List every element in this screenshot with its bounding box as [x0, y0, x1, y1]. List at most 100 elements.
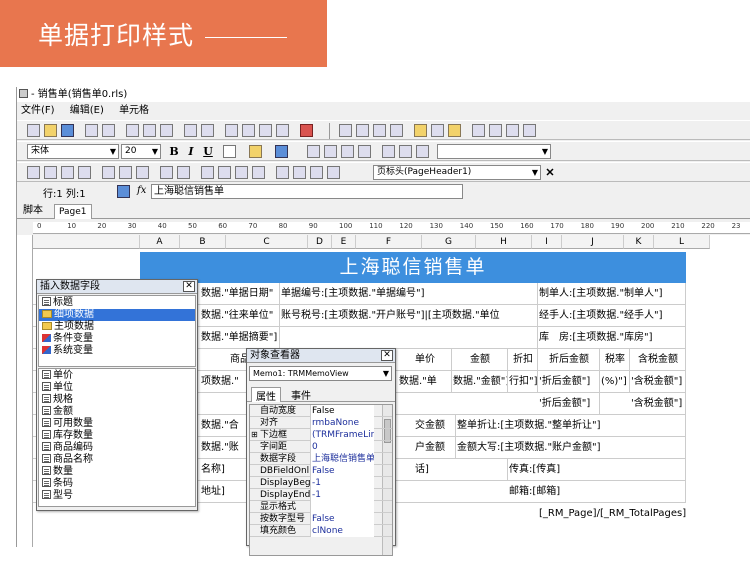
property-row[interactable]: 数据字段 上海聪信销售单	[250, 453, 392, 465]
column-header[interactable]: K	[624, 235, 654, 249]
report-cell[interactable]: 金额大写:[主项数据."账户金额"]	[456, 437, 686, 459]
column-header[interactable]: H	[476, 235, 532, 249]
document-icon[interactable]	[276, 124, 289, 137]
property-row[interactable]: 显示格式	[250, 501, 392, 513]
column-header[interactable]: E	[332, 235, 356, 249]
tree-item-master[interactable]: 主项数据	[39, 321, 195, 333]
report-cell[interactable]: '折后金额"]	[538, 371, 600, 393]
column-header[interactable]: J	[562, 235, 624, 249]
paste-icon[interactable]	[160, 124, 173, 137]
list-item[interactable]: 条码	[39, 478, 195, 490]
report-cell[interactable]: 数据."单据摘要"]	[200, 327, 280, 349]
report-cell[interactable]: '折后金额"]	[538, 393, 600, 415]
size-icon[interactable]	[448, 124, 461, 137]
report-cell[interactable]: 数据."金额"]	[452, 371, 508, 393]
property-value[interactable]: 0	[310, 441, 374, 453]
tree-item-detail[interactable]: 细项数据	[39, 309, 195, 321]
font-size-select[interactable]: 20 ▼	[121, 144, 161, 159]
frame-color-icon[interactable]	[275, 145, 288, 158]
column-header-cell[interactable]: 税率	[600, 349, 630, 371]
property-row[interactable]: ⊞下边框 (TRMFrameLine	[250, 429, 392, 441]
property-row[interactable]: 对齐 rmbaNone	[250, 417, 392, 429]
fill-color-icon[interactable]	[249, 145, 262, 158]
column-header[interactable]: G	[422, 235, 476, 249]
cut-icon[interactable]	[126, 124, 139, 137]
property-value[interactable]: clNone	[310, 525, 374, 537]
copy-icon[interactable]	[143, 124, 156, 137]
menu-file[interactable]: 文件(F)	[21, 105, 55, 116]
report-cell[interactable]: 户金额	[414, 437, 456, 459]
richtext-icon[interactable]	[327, 166, 340, 179]
frame-cross-icon[interactable]	[136, 166, 149, 179]
frame-left-icon[interactable]	[44, 166, 57, 179]
save-icon[interactable]	[61, 124, 74, 137]
list-item[interactable]: 商品名称	[39, 454, 195, 466]
frame-all-icon[interactable]	[27, 166, 40, 179]
tab-script[interactable]: 脚本	[19, 204, 47, 219]
property-value[interactable]: -1	[310, 477, 374, 489]
backslash-icon[interactable]	[177, 166, 190, 179]
column-header[interactable]: A	[140, 235, 180, 249]
property-row[interactable]: DisplayEnd -1	[250, 489, 392, 501]
align-left-text-icon[interactable]	[307, 145, 320, 158]
font-name-select[interactable]: 宋体 ▼	[27, 144, 119, 159]
space-v-icon[interactable]	[489, 124, 502, 137]
report-cell[interactable]: 邮箱:[邮箱]	[508, 481, 686, 503]
report-cell[interactable]: 数据."单据日期"	[200, 283, 280, 305]
report-cell[interactable]: '含税金额"]	[630, 371, 686, 393]
preview-icon[interactable]	[102, 124, 115, 137]
insert-row-icon[interactable]	[235, 166, 248, 179]
report-cell[interactable]: (%)"]	[600, 371, 630, 393]
tab-events[interactable]: 事件	[287, 387, 315, 402]
frame-bottom-icon[interactable]	[102, 166, 115, 179]
list-item[interactable]: 金额	[39, 406, 195, 418]
list-item[interactable]: 库存数量	[39, 430, 195, 442]
align-middle-icon[interactable]	[431, 124, 444, 137]
frame-right-icon[interactable]	[61, 166, 74, 179]
tab-properties[interactable]: 属性	[251, 387, 281, 403]
align-center-icon[interactable]	[390, 124, 403, 137]
underline-button[interactable]: U	[201, 145, 215, 159]
formula-input[interactable]: 上海聪信销售单	[151, 184, 463, 199]
merge-icon[interactable]	[201, 166, 214, 179]
page-icon[interactable]	[225, 124, 238, 137]
valign-middle-icon[interactable]	[399, 145, 412, 158]
list-item[interactable]: 型号	[39, 490, 195, 502]
report-cell[interactable]: 话]	[414, 459, 508, 481]
property-value[interactable]: 上海聪信销售单	[310, 453, 374, 465]
font-color-icon[interactable]	[223, 145, 236, 158]
undo-icon[interactable]	[184, 124, 197, 137]
valign-top-icon[interactable]	[382, 145, 395, 158]
column-header-cell[interactable]: 金额	[452, 349, 508, 371]
list-item[interactable]: 数量	[39, 466, 195, 478]
column-header[interactable]: F	[356, 235, 422, 249]
frame-top-icon[interactable]	[78, 166, 91, 179]
space-h-icon[interactable]	[472, 124, 485, 137]
report-cell[interactable]: 制单人:[主项数据."制单人"]	[538, 283, 686, 305]
align-right-text-icon[interactable]	[341, 145, 354, 158]
report-cell[interactable]: 交金额	[414, 415, 456, 437]
tree-item-system[interactable]: 系统变量	[39, 345, 195, 357]
close-icon[interactable]: ✕	[183, 281, 195, 292]
exit-icon[interactable]	[300, 124, 313, 137]
property-row[interactable]: 字间距 0	[250, 441, 392, 453]
print-icon[interactable]	[85, 124, 98, 137]
list-item[interactable]: 单位	[39, 382, 195, 394]
property-value[interactable]: -1	[310, 489, 374, 501]
front-icon[interactable]	[506, 124, 519, 137]
bold-button[interactable]: B	[167, 145, 181, 159]
property-value[interactable]: False	[310, 465, 374, 477]
property-row[interactable]: DBFieldOnl False	[250, 465, 392, 477]
report-cell[interactable]: 传真:[传真]	[508, 459, 686, 481]
barcode-icon[interactable]	[293, 166, 306, 179]
column-header[interactable]: L	[654, 235, 710, 249]
split-icon[interactable]	[218, 166, 231, 179]
object-select[interactable]: Memo1: TRMMemoView ▼	[249, 366, 392, 381]
tree-item-title[interactable]: 标题	[39, 297, 195, 309]
tree-item-condition[interactable]: 条件变量	[39, 333, 195, 345]
list-item[interactable]: 单价	[39, 370, 195, 382]
property-row[interactable]: 自动宽度 False	[250, 405, 392, 417]
report-cell[interactable]: 账号税号:[主项数据."开户账号"]|[主项数据."单位	[280, 305, 538, 327]
style-select[interactable]: ▼	[437, 144, 551, 159]
close-band-icon[interactable]: ✕	[543, 166, 557, 180]
